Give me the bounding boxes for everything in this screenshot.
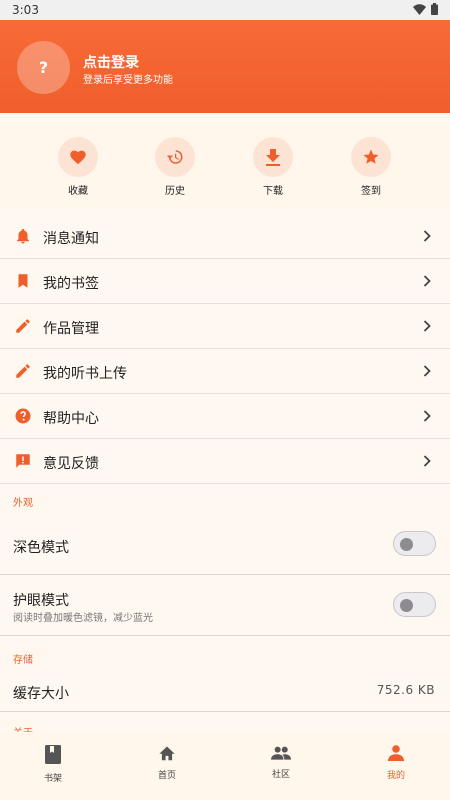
quick-action-label: 下载	[263, 186, 283, 197]
menu-item-label: 消息通知	[43, 231, 99, 247]
login-title[interactable]: 点击登录	[83, 52, 139, 72]
eye-care-label: 护眼模式	[13, 593, 69, 609]
menu-item-label: 我的听书上传	[43, 366, 127, 382]
menu-item-audiobook-upload[interactable]: 我的听书上传	[0, 349, 450, 394]
menu-item-label: 作品管理	[43, 321, 99, 337]
dark-mode-label: 深色模式	[13, 540, 69, 556]
section-storage: 存储	[13, 655, 33, 666]
quick-action-download[interactable]: 下载	[243, 137, 303, 197]
chevron-right-icon	[423, 410, 431, 422]
chevron-right-icon	[423, 320, 431, 332]
menu-item-notifications[interactable]: 消息通知	[0, 214, 450, 259]
wifi-icon	[413, 3, 426, 15]
bookmark-icon	[18, 274, 28, 288]
profile-header[interactable]: ? 点击登录 登录后享受更多功能	[0, 20, 450, 113]
nav-label: 我的	[386, 771, 405, 781]
heart-icon	[70, 150, 86, 165]
menu-list: 消息通知 我的书签 作品管理 我的听书上传 帮助中心 意见反馈	[0, 214, 450, 484]
quick-action-checkin[interactable]: 签到	[341, 137, 401, 197]
quick-action-history[interactable]: 历史	[145, 137, 205, 197]
quick-actions: 收藏 历史 下载 签到	[0, 125, 450, 208]
pencil-icon	[16, 319, 30, 333]
nav-mine[interactable]: 我的	[366, 745, 426, 781]
book-icon	[45, 745, 61, 764]
people-icon	[271, 746, 291, 760]
dark-mode-toggle[interactable]	[393, 531, 436, 556]
feedback-icon	[16, 454, 30, 468]
bell-icon	[17, 228, 29, 244]
chevron-right-icon	[423, 365, 431, 377]
menu-item-help-center[interactable]: 帮助中心	[0, 394, 450, 439]
nav-community[interactable]: 社区	[251, 745, 311, 780]
login-subtitle: 登录后享受更多功能	[83, 75, 173, 86]
home-icon	[159, 746, 175, 761]
chevron-right-icon	[423, 275, 431, 287]
help-icon	[15, 408, 31, 424]
cache-row[interactable]: 缓存大小 752.6 KB	[0, 670, 450, 712]
menu-item-label: 帮助中心	[43, 411, 99, 427]
menu-item-bookmarks[interactable]: 我的书签	[0, 259, 450, 304]
menu-item-label: 我的书签	[43, 276, 99, 292]
chevron-right-icon	[423, 455, 431, 467]
download-icon	[266, 148, 280, 166]
nav-label: 首页	[157, 771, 176, 781]
cache-size-value: 752.6 KB	[376, 683, 435, 697]
battery-icon	[431, 3, 438, 15]
chevron-right-icon	[423, 230, 431, 242]
section-appearance: 外观	[13, 498, 33, 509]
menu-item-feedback[interactable]: 意见反馈	[0, 439, 450, 484]
menu-item-works-management[interactable]: 作品管理	[0, 304, 450, 349]
pencil-icon	[16, 364, 30, 378]
status-time: 3:03	[12, 3, 39, 17]
nav-label: 社区	[271, 770, 290, 780]
quick-action-label: 签到	[361, 186, 381, 197]
eye-care-row[interactable]: 护眼模式 阅读时叠加暖色滤镜，减少蓝光	[0, 575, 450, 636]
quick-action-label: 历史	[165, 186, 185, 197]
nav-label: 书架	[43, 774, 62, 784]
cache-label: 缓存大小	[13, 686, 69, 702]
avatar[interactable]: ?	[17, 41, 70, 94]
menu-item-label: 意见反馈	[43, 456, 99, 472]
history-icon	[166, 150, 183, 164]
nav-home[interactable]: 首页	[137, 745, 197, 781]
quick-action-label: 收藏	[68, 186, 88, 197]
bottom-navigation: 书架 首页 社区 我的	[0, 732, 450, 800]
star-icon	[363, 149, 379, 164]
dark-mode-row[interactable]: 深色模式	[0, 515, 450, 575]
quick-action-favorites[interactable]: 收藏	[48, 137, 108, 197]
eye-care-toggle[interactable]	[393, 592, 436, 617]
person-icon	[388, 745, 404, 761]
nav-bookshelf[interactable]: 书架	[23, 745, 83, 784]
eye-care-description: 阅读时叠加暖色滤镜，减少蓝光	[13, 613, 153, 624]
status-bar: 3:03	[0, 0, 450, 20]
